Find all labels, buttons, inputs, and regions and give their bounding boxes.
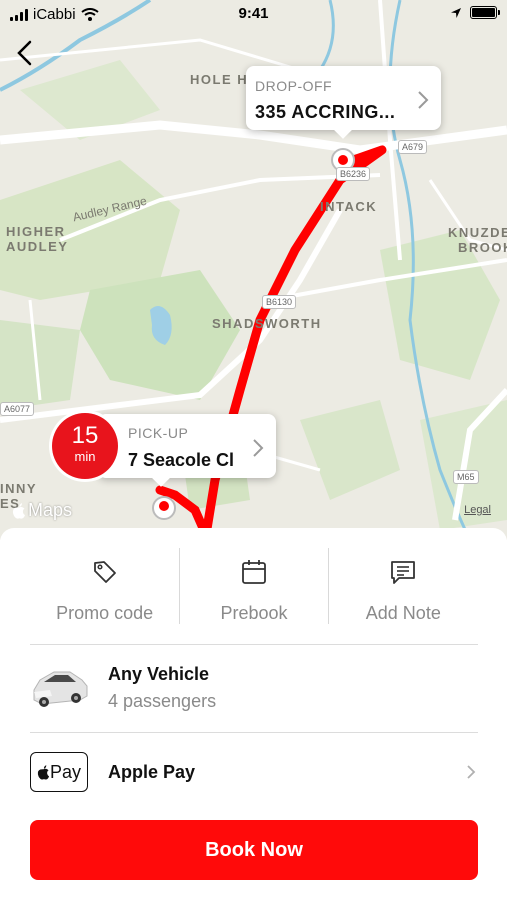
apple-pay-badge-text: Pay bbox=[49, 761, 82, 782]
promo-code-button[interactable]: Promo code bbox=[30, 548, 179, 624]
legal-link[interactable]: Legal bbox=[464, 504, 491, 516]
divider bbox=[30, 644, 478, 645]
tag-icon bbox=[93, 561, 116, 583]
prebook-button[interactable]: Prebook bbox=[179, 548, 328, 624]
apple-pay-badge: Pay bbox=[30, 752, 88, 792]
chevron-right-icon bbox=[253, 439, 264, 457]
car-icon bbox=[33, 671, 88, 707]
status-bar: iCabbi 9:41 bbox=[0, 0, 507, 28]
map-label-intack: INTACK bbox=[320, 199, 378, 214]
road-shield-b6236: B6236 bbox=[336, 167, 371, 181]
map-label-higher-audley-2: AUDLEY bbox=[6, 239, 69, 254]
road-shield-a679: A679 bbox=[398, 140, 428, 154]
booking-sheet: Promo code Prebook Add Note Any Vehicle … bbox=[0, 528, 507, 900]
message-icon bbox=[391, 561, 416, 584]
vehicle-passengers: 4 passengers bbox=[108, 691, 217, 711]
divider bbox=[30, 732, 478, 733]
add-note-button[interactable]: Add Note bbox=[329, 548, 478, 624]
road-shield-b6130: B6130 bbox=[262, 295, 297, 309]
booking-options: Promo code Prebook Add Note bbox=[30, 548, 478, 624]
promo-code-label: Promo code bbox=[56, 603, 154, 623]
map-label-inny-1: INNY bbox=[0, 481, 38, 496]
apple-logo-icon bbox=[12, 502, 25, 519]
chevron-right-icon bbox=[418, 91, 429, 109]
dropoff-label: DROP-OFF bbox=[255, 78, 333, 94]
prebook-label: Prebook bbox=[220, 603, 288, 623]
pickup-address: 7 Seacole Cl bbox=[128, 450, 235, 470]
pickup-label: PICK-UP bbox=[128, 425, 189, 441]
map-label-knuzden-2: BROOK bbox=[458, 240, 507, 255]
map-view[interactable]: HOLE H INTACK KNUZDE BROOK HIGHER AUDLEY… bbox=[0, 0, 507, 540]
map-label-shadsworth: SHADSWORTH bbox=[212, 316, 322, 331]
back-arrow-icon[interactable] bbox=[12, 38, 38, 68]
vehicle-name: Any Vehicle bbox=[108, 664, 210, 684]
location-arrow-icon bbox=[451, 7, 461, 18]
divider bbox=[179, 548, 180, 624]
map-label-knuzden-1: KNUZDE bbox=[448, 225, 507, 240]
road-shield-m65: M65 bbox=[453, 470, 479, 484]
pickup-callout[interactable]: PICK-UP 7 Seacole Cl bbox=[98, 414, 276, 487]
status-bar-right bbox=[450, 6, 500, 19]
eta-unit: min bbox=[74, 449, 96, 464]
calendar-icon bbox=[242, 560, 266, 584]
chevron-right-icon bbox=[467, 765, 476, 779]
payment-method-selector[interactable]: Pay Apple Pay bbox=[30, 750, 478, 794]
payment-method-name: Apple Pay bbox=[108, 762, 196, 782]
add-note-label: Add Note bbox=[365, 603, 441, 623]
dropoff-address: 335 ACCRING... bbox=[255, 102, 396, 122]
maps-logo: Maps bbox=[12, 500, 72, 521]
battery-icon bbox=[470, 6, 500, 19]
book-now-button[interactable]: Book Now bbox=[30, 820, 478, 880]
vehicle-selector[interactable]: Any Vehicle 4 passengers bbox=[30, 658, 478, 720]
dropoff-callout[interactable]: DROP-OFF 335 ACCRING... bbox=[246, 66, 441, 139]
divider bbox=[328, 548, 329, 624]
status-time: 9:41 bbox=[238, 5, 269, 22]
road-shield-a6077: A6077 bbox=[0, 402, 35, 416]
map-label-higher-audley-1: HIGHER bbox=[6, 224, 66, 239]
apple-logo-icon bbox=[37, 764, 50, 780]
map-label-hole-h: HOLE H bbox=[190, 72, 249, 87]
eta-value: 15 bbox=[71, 422, 99, 449]
maps-brand-text: Maps bbox=[28, 500, 73, 520]
eta-bubble: 15 min bbox=[52, 413, 118, 479]
